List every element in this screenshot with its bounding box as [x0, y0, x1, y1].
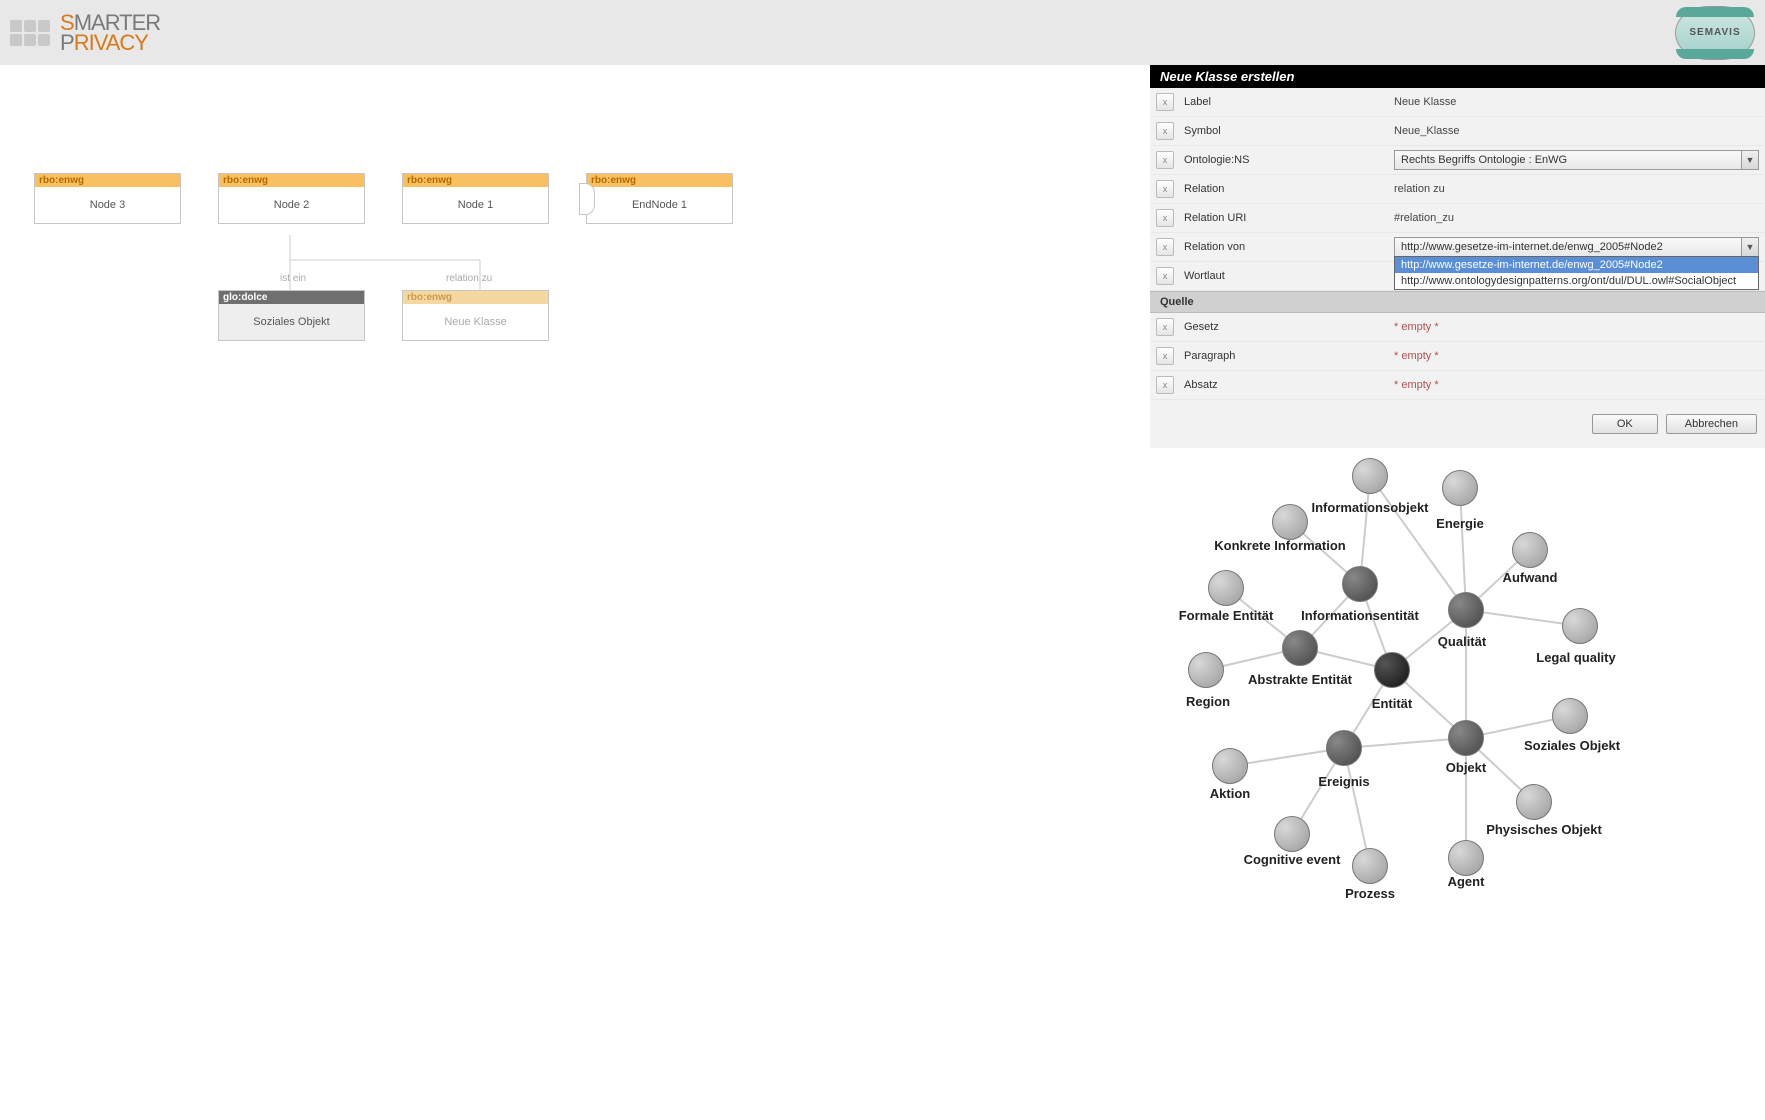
graph-node-qualitaet[interactable] — [1448, 592, 1484, 628]
top-bar: SMARTER PRIVACY SEMAVIS — [0, 0, 1765, 65]
edge-label-relation-zu: relation zu — [446, 273, 492, 284]
section-quelle: Quelle — [1150, 291, 1765, 313]
field-symbol[interactable]: Neue_Klasse — [1394, 125, 1759, 137]
graph-node-formale-entitaet[interactable] — [1208, 570, 1244, 606]
graph-label-aufwand: Aufwand — [1503, 570, 1558, 585]
graph-label-cognitive-event: Cognitive event — [1244, 852, 1341, 867]
clear-button[interactable]: x — [1156, 347, 1174, 365]
clear-button[interactable]: x — [1156, 180, 1174, 198]
graph-label-legal-quality: Legal quality — [1536, 650, 1615, 665]
form-row-ontologie: x Ontologie:NS Rechts Begriffs Ontologie… — [1150, 146, 1765, 175]
diagram-node-node3[interactable]: rbo:enwg Node 3 — [34, 173, 181, 224]
form-row-absatz: x Absatz * empty * — [1150, 371, 1765, 400]
graph-node-abstrakte-entitaet[interactable] — [1282, 630, 1318, 666]
dropdown-option[interactable]: http://www.gesetze-im-internet.de/enwg_2… — [1395, 257, 1758, 273]
select-ontologie[interactable]: Rechts Begriffs Ontologie : EnWG ▼ — [1394, 150, 1759, 170]
clear-button[interactable]: x — [1156, 209, 1174, 227]
field-relation-uri[interactable]: #relation_zu — [1394, 212, 1759, 224]
logo-semavis: SEMAVIS — [1675, 6, 1755, 60]
dropdown-relation-von: http://www.gesetze-im-internet.de/enwg_2… — [1394, 256, 1759, 290]
clear-button[interactable]: x — [1156, 376, 1174, 394]
diagram-canvas[interactable]: rbo:enwg Node 3 rbo:enwg Node 2 rbo:enwg… — [0, 65, 1150, 1120]
graph-label-prozess: Prozess — [1345, 886, 1395, 901]
graph-node-entitaet[interactable] — [1374, 652, 1410, 688]
form-row-gesetz: x Gesetz * empty * — [1150, 313, 1765, 342]
button-row: OK Abbrechen — [1150, 400, 1765, 448]
graph-node-ereignis[interactable] — [1326, 730, 1362, 766]
graph-label-region: Region — [1186, 694, 1230, 709]
graph-label-energie: Energie — [1436, 516, 1484, 531]
graph-node-energie[interactable] — [1442, 470, 1478, 506]
diagram-node-endnode1[interactable]: rbo:enwg EndNode 1 — [586, 173, 733, 224]
graph-node-soziales-objekt[interactable] — [1552, 698, 1588, 734]
diagram-node-node1[interactable]: rbo:enwg Node 1 — [402, 173, 549, 224]
ontology-graph[interactable]: Informationsobjekt Konkrete Information En… — [1150, 448, 1765, 1120]
field-gesetz[interactable]: * empty * — [1394, 321, 1759, 333]
field-relation[interactable]: relation zu — [1394, 183, 1759, 195]
diagram-node-node2[interactable]: rbo:enwg Node 2 — [218, 173, 365, 224]
graph-node-informationsentitaet[interactable] — [1342, 566, 1378, 602]
field-paragraph[interactable]: * empty * — [1394, 350, 1759, 362]
graph-node-cognitive-event[interactable] — [1274, 816, 1310, 852]
graph-label-aktion: Aktion — [1210, 786, 1250, 801]
graph-label-agent: Agent — [1448, 874, 1485, 889]
ok-button[interactable]: OK — [1592, 414, 1658, 434]
chevron-down-icon: ▼ — [1741, 238, 1758, 256]
graph-node-aufwand[interactable] — [1512, 532, 1548, 568]
graph-node-physisches-objekt[interactable] — [1516, 784, 1552, 820]
graph-label-informationsobjekt: Informationsobjekt — [1311, 500, 1428, 515]
form-row-relation-uri: x Relation URI #relation_zu — [1150, 204, 1765, 233]
form-row-relation-von: x Relation von http://www.gesetze-im-int… — [1150, 233, 1765, 262]
form-row-label: x Label Neue Klasse — [1150, 88, 1765, 117]
clear-button[interactable]: x — [1156, 122, 1174, 140]
diagram-node-neue-klasse[interactable]: rbo:enwg Neue Klasse — [402, 290, 549, 341]
chevron-down-icon: ▼ — [1741, 151, 1758, 169]
graph-label-entitaet: Entität — [1372, 696, 1412, 711]
clear-button[interactable]: x — [1156, 238, 1174, 256]
dropdown-option[interactable]: http://www.ontologydesignpatterns.org/on… — [1395, 273, 1758, 289]
graph-node-konkrete-information[interactable] — [1272, 504, 1308, 540]
graph-node-prozess[interactable] — [1352, 848, 1388, 884]
clear-button[interactable]: x — [1156, 267, 1174, 285]
select-relation-von[interactable]: http://www.gesetze-im-internet.de/enwg_2… — [1394, 237, 1759, 257]
graph-node-region[interactable] — [1188, 652, 1224, 688]
end-cap-icon — [579, 183, 595, 215]
graph-label-konkrete-information: Konkrete Information — [1214, 538, 1345, 553]
graph-label-physisches-objekt: Physisches Objekt — [1486, 822, 1602, 837]
logo-grid-icon — [10, 20, 50, 46]
graph-label-objekt: Objekt — [1446, 760, 1486, 775]
form-title: Neue Klasse erstellen — [1150, 65, 1765, 88]
form-row-symbol: x Symbol Neue_Klasse — [1150, 117, 1765, 146]
graph-label-informationsentitaet: Informationsentität — [1301, 608, 1419, 623]
edge-label-ist-ein: ist ein — [280, 273, 306, 284]
graph-node-legal-quality[interactable] — [1562, 608, 1598, 644]
graph-label-soziales-objekt: Soziales Objekt — [1524, 738, 1620, 753]
diagram-node-soziales-objekt[interactable]: glo:dolce Soziales Objekt — [218, 290, 365, 341]
form-panel: Neue Klasse erstellen x Label Neue Klass… — [1150, 65, 1765, 448]
graph-node-objekt[interactable] — [1448, 720, 1484, 756]
cancel-button[interactable]: Abbrechen — [1666, 414, 1757, 434]
graph-node-informationsobjekt[interactable] — [1352, 458, 1388, 494]
form-row-paragraph: x Paragraph * empty * — [1150, 342, 1765, 371]
clear-button[interactable]: x — [1156, 93, 1174, 111]
field-absatz[interactable]: * empty * — [1394, 379, 1759, 391]
form-row-relation: x Relation relation zu — [1150, 175, 1765, 204]
graph-node-agent[interactable] — [1448, 840, 1484, 876]
graph-label-ereignis: Ereignis — [1318, 774, 1369, 789]
graph-label-abstrakte-entitaet: Abstrakte Entität — [1248, 672, 1352, 687]
field-label[interactable]: Neue Klasse — [1394, 96, 1759, 108]
logo-smarter-privacy: SMARTER PRIVACY — [10, 13, 160, 53]
clear-button[interactable]: x — [1156, 151, 1174, 169]
graph-label-formale-entitaet: Formale Entität — [1179, 608, 1274, 623]
clear-button[interactable]: x — [1156, 318, 1174, 336]
graph-node-aktion[interactable] — [1212, 748, 1248, 784]
graph-label-qualitaet: Qualität — [1438, 634, 1486, 649]
